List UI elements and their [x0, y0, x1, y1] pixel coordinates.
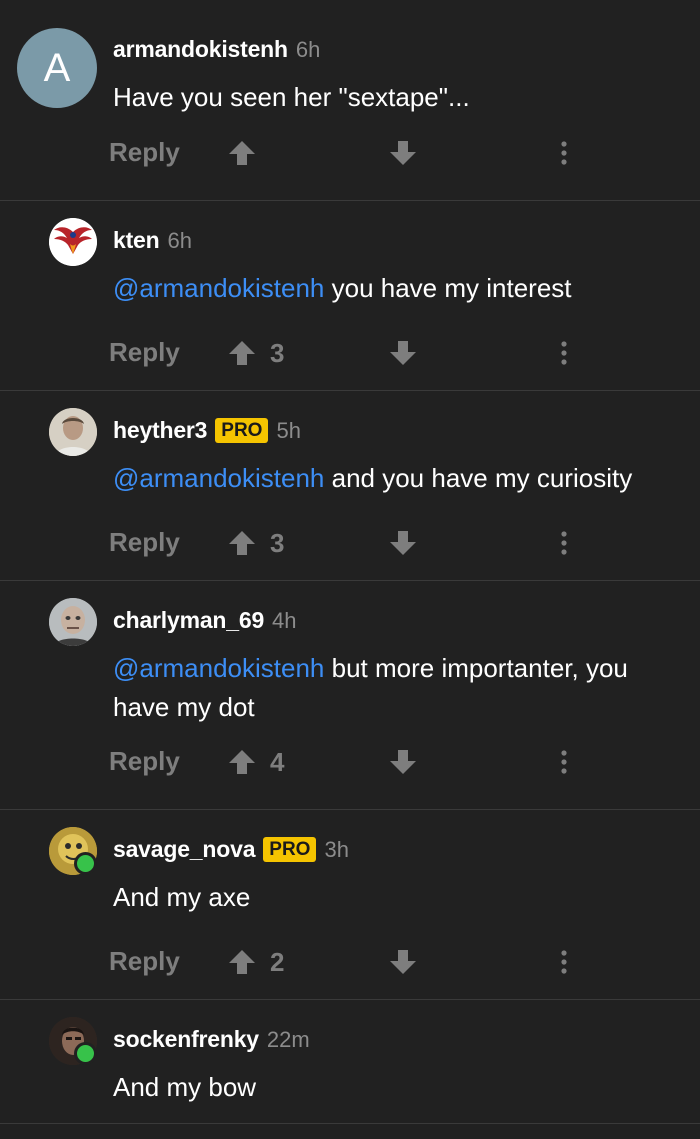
username[interactable]: kten	[113, 227, 160, 254]
comment-header: kten 6h	[113, 227, 192, 254]
upvote-arrow-icon[interactable]	[228, 139, 256, 167]
comment-text: And my bow	[113, 1068, 678, 1107]
downvote-arrow-icon[interactable]	[389, 748, 417, 776]
reply-button[interactable]: Reply	[109, 946, 180, 977]
avatar[interactable]	[49, 408, 97, 456]
username[interactable]: heyther3	[113, 417, 207, 444]
avatar[interactable]	[49, 598, 97, 646]
comment-actions: Reply	[0, 133, 700, 173]
comment-item: sockenfrenky 22m And my bow	[0, 1000, 700, 1124]
avatar-wrapper	[49, 1017, 97, 1065]
comment-text: @armandokistenh but more importanter, yo…	[113, 649, 678, 727]
more-options-icon[interactable]	[556, 948, 572, 976]
upvote-count: 3	[270, 528, 285, 558]
comment-header: heyther3 PRO 5h	[113, 417, 301, 444]
comment-text: Have you seen her "sextape"...	[113, 78, 678, 117]
downvote-arrow-icon[interactable]	[389, 948, 417, 976]
comment-text-content: you have my interest	[324, 273, 572, 303]
upvote-count: 4	[270, 747, 285, 777]
timestamp: 22m	[266, 1026, 310, 1052]
upvote-count: 3	[270, 338, 285, 368]
timestamp: 5h	[276, 417, 301, 443]
avatar[interactable]: A	[17, 28, 97, 108]
timestamp: 6h	[295, 36, 321, 62]
comment-item: charlyman_69 4h @armandokistenh but more…	[0, 581, 700, 810]
comment-text: @armandokistenh you have my interest	[113, 269, 678, 308]
comment-item: A armandokistenh 6h Have you seen her "s…	[0, 0, 700, 201]
more-options-icon[interactable]	[556, 748, 572, 776]
pro-badge: PRO	[215, 418, 269, 443]
user-mention-link[interactable]: @armandokistenh	[113, 273, 324, 303]
online-status-indicator	[74, 1042, 97, 1065]
comment-header: sockenfrenky 22m	[113, 1026, 310, 1053]
downvote-arrow-icon[interactable]	[389, 339, 417, 367]
reply-button[interactable]: Reply	[109, 527, 180, 558]
comment-text: @armandokistenh and you have my curiosit…	[113, 459, 678, 498]
comment-item: heyther3 PRO 5h @armandokistenh and you …	[0, 391, 700, 581]
upvote-arrow-icon[interactable]	[228, 529, 256, 557]
more-options-icon[interactable]	[556, 139, 572, 167]
comment-item: savage_nova PRO 3h And my axe Reply 2	[0, 810, 700, 1000]
comment-item: kten 6h @armandokistenh you have my inte…	[0, 201, 700, 391]
username[interactable]: sockenfrenky	[113, 1026, 259, 1053]
username[interactable]: savage_nova	[113, 836, 255, 863]
upvote-arrow-icon[interactable]	[228, 748, 256, 776]
comment-actions: Reply 3	[0, 523, 700, 563]
comment-text-content: And my axe	[113, 882, 251, 912]
reply-button[interactable]: Reply	[109, 337, 180, 368]
username[interactable]: charlyman_69	[113, 607, 264, 634]
comment-header: charlyman_69 4h	[113, 607, 297, 634]
comment-text-content: and you have my curiosity	[324, 463, 633, 493]
upvote-arrow-icon[interactable]	[228, 339, 256, 367]
more-options-icon[interactable]	[556, 529, 572, 557]
comment-actions: Reply 2	[0, 942, 700, 982]
user-photo-icon	[49, 408, 97, 456]
username[interactable]: armandokistenh	[113, 36, 288, 63]
more-options-icon[interactable]	[556, 339, 572, 367]
comment-actions: Reply 3	[0, 333, 700, 373]
avatar-wrapper	[49, 827, 97, 875]
reply-button[interactable]: Reply	[109, 746, 180, 777]
user-mention-link[interactable]: @armandokistenh	[113, 653, 324, 683]
downvote-arrow-icon[interactable]	[389, 529, 417, 557]
user-photo-icon	[49, 598, 97, 646]
user-mention-link[interactable]: @armandokistenh	[113, 463, 324, 493]
comment-text-content: Have you seen her "sextape"...	[113, 82, 470, 112]
phoenix-avatar-icon	[49, 218, 97, 266]
timestamp: 3h	[324, 836, 349, 862]
timestamp: 4h	[272, 607, 297, 633]
comment-actions: Reply 4	[0, 742, 700, 782]
reply-button[interactable]: Reply	[109, 137, 180, 168]
timestamp: 6h	[167, 227, 192, 253]
avatar-letter: A	[43, 45, 71, 90]
comment-header: armandokistenh 6h	[113, 36, 320, 63]
upvote-arrow-icon[interactable]	[228, 948, 256, 976]
upvote-count: 2	[270, 947, 285, 977]
downvote-arrow-icon[interactable]	[389, 139, 417, 167]
online-status-indicator	[74, 852, 97, 875]
comment-text: And my axe	[113, 878, 678, 917]
comment-header: savage_nova PRO 3h	[113, 836, 349, 863]
avatar[interactable]	[49, 218, 97, 266]
comment-text-content: And my bow	[113, 1072, 257, 1102]
pro-badge: PRO	[263, 837, 317, 862]
